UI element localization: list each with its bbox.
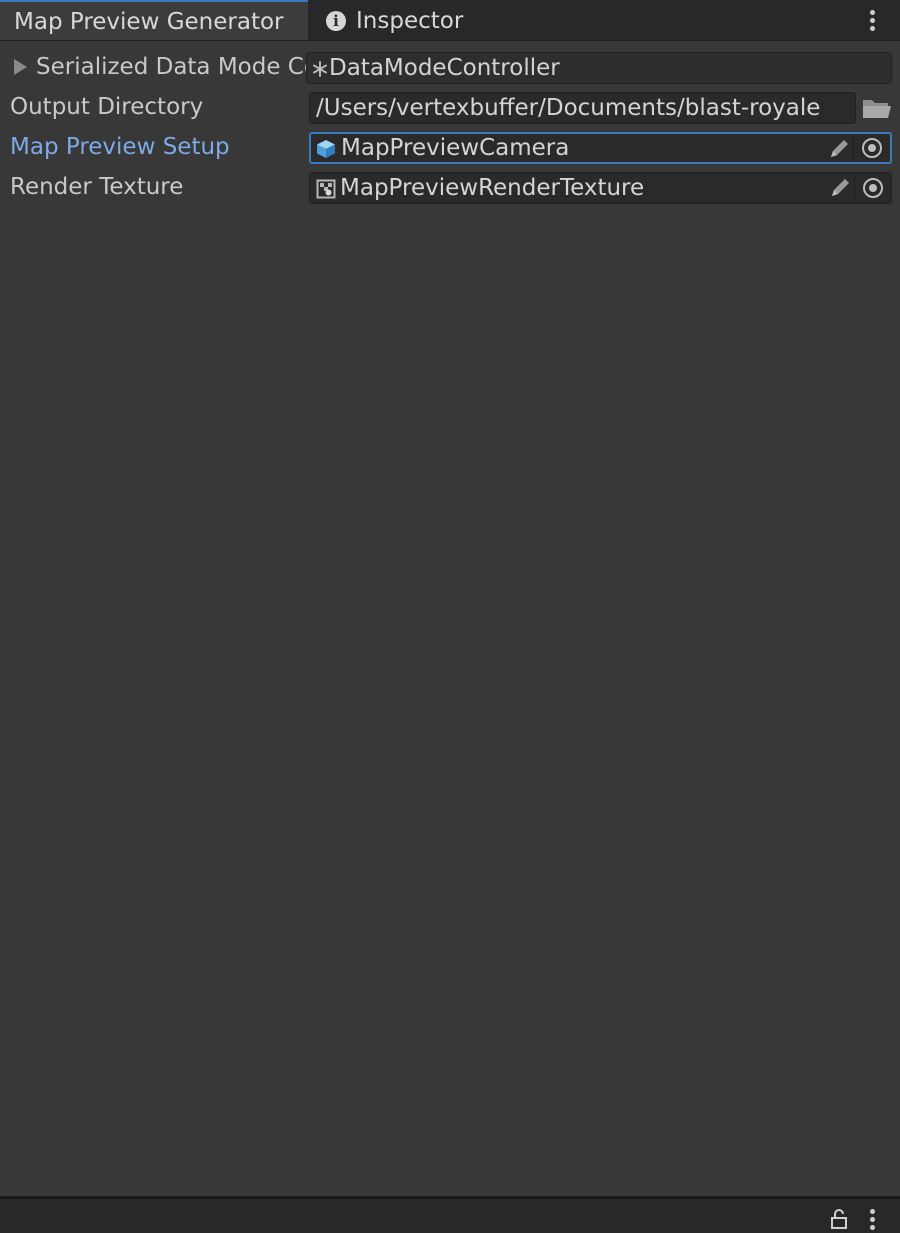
folder-icon[interactable] [862, 97, 892, 119]
tab-label: Inspector [356, 8, 464, 34]
serialized-data-mode-field[interactable]: DataModeController [306, 52, 892, 84]
render-texture-row: Render Texture MapPreviewRenderTexture [0, 169, 900, 205]
field-label: Render Texture [10, 174, 184, 200]
script-icon [313, 61, 327, 77]
bottom-status-bar [0, 1196, 900, 1233]
field-label: Output Directory [10, 94, 204, 120]
output-directory-row: Output Directory /Users/vertexbuffer/Doc… [0, 89, 900, 125]
info-icon: i [326, 11, 346, 31]
serialized-data-mode-row: Serialized Data Mode Co DataModeControll… [0, 49, 900, 85]
tab-bar: Map Preview Generator i Inspector [0, 0, 900, 41]
object-picker-icon[interactable] [863, 178, 883, 198]
field-value: MapPreviewRenderTexture [340, 175, 645, 201]
serialized-data-mode-foldout[interactable]: Serialized Data Mode Co [10, 49, 306, 85]
edit-pencil-icon[interactable] [829, 177, 851, 199]
field-separator [854, 173, 855, 203]
field-value: MapPreviewCamera [341, 135, 570, 161]
edit-pencil-icon[interactable] [828, 138, 850, 160]
field-separator [853, 134, 854, 162]
field-label: Serialized Data Mode Co [36, 54, 306, 80]
render-texture-object-field[interactable]: MapPreviewRenderTexture [309, 172, 892, 204]
field-label: Map Preview Setup [10, 134, 230, 160]
tab-inspector[interactable]: i Inspector [326, 0, 463, 40]
tab-label: Map Preview Generator [14, 9, 284, 35]
object-picker-icon[interactable] [862, 138, 882, 158]
render-texture-icon [316, 179, 336, 199]
field-value: /Users/vertexbuffer/Documents/blast-roya… [316, 95, 821, 121]
output-directory-input[interactable]: /Users/vertexbuffer/Documents/blast-roya… [309, 92, 856, 124]
unlock-icon[interactable] [830, 1209, 848, 1229]
field-value: DataModeController [329, 55, 560, 81]
prefab-cube-icon [317, 140, 335, 158]
more-options-icon[interactable] [869, 10, 875, 31]
tab-map-preview-generator[interactable]: Map Preview Generator [0, 0, 308, 40]
map-preview-setup-object-field[interactable]: MapPreviewCamera [309, 132, 892, 164]
more-options-icon[interactable] [869, 1209, 875, 1230]
map-preview-setup-row: Map Preview Setup MapPreviewCamera [0, 129, 900, 165]
foldout-arrow-icon [14, 59, 27, 75]
